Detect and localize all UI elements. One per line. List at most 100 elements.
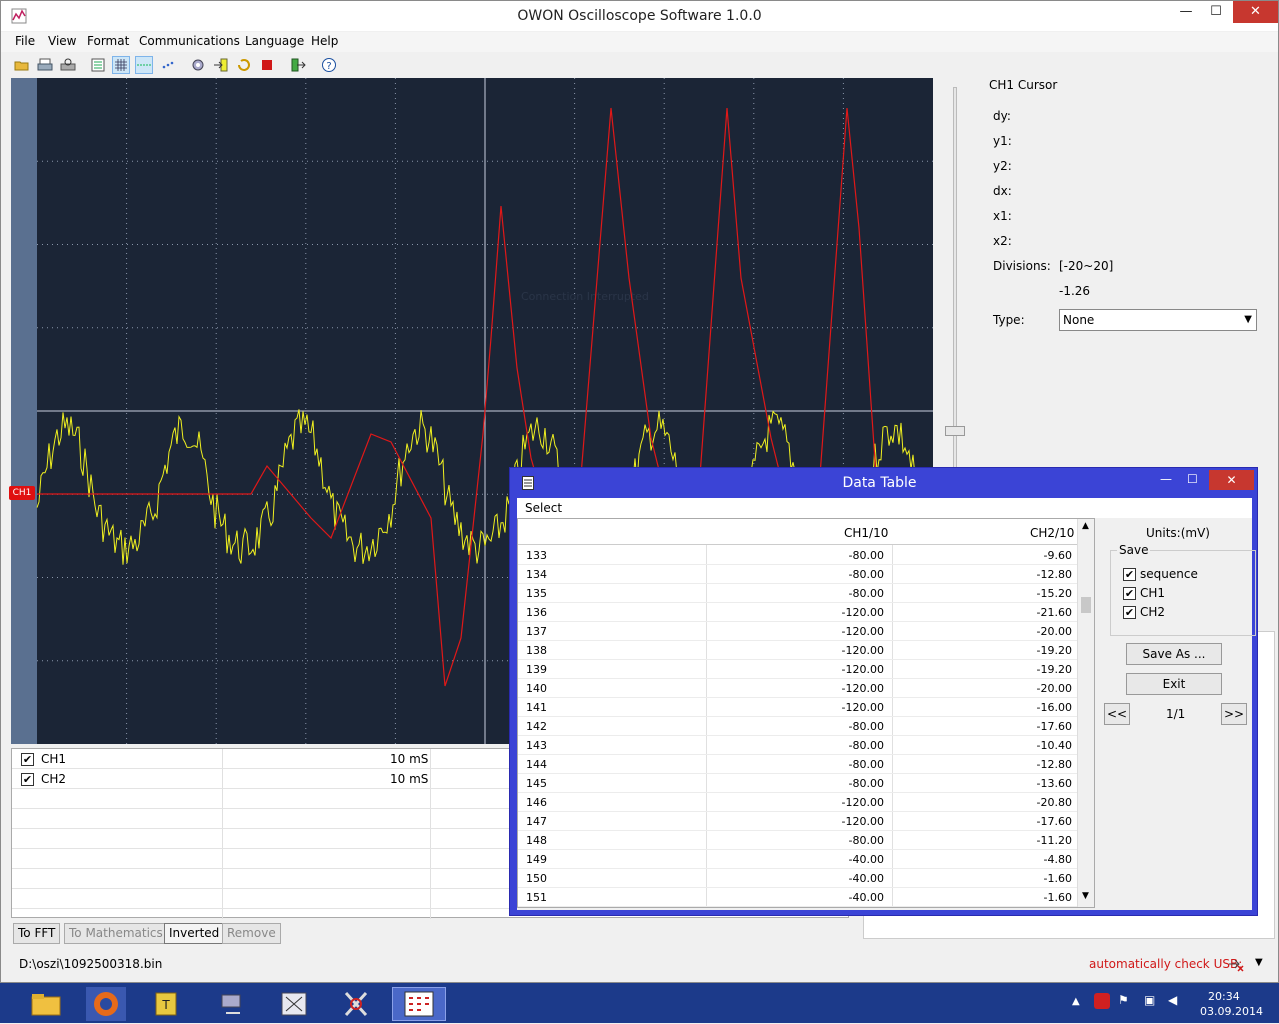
table-row[interactable]: 135 -80.00 -15.20 — [518, 584, 1094, 603]
table-row[interactable]: 145 -80.00 -13.60 — [518, 774, 1094, 793]
table-row[interactable]: 144 -80.00 -12.80 — [518, 755, 1094, 774]
print-icon[interactable] — [36, 56, 54, 74]
column-header-ch2[interactable]: CH2/10 — [1030, 526, 1074, 540]
dots-icon[interactable] — [159, 56, 177, 74]
settings-icon[interactable] — [189, 56, 207, 74]
dt-minimize-button[interactable]: — — [1160, 472, 1172, 486]
cursor-line-icon[interactable] — [135, 56, 153, 74]
ch1-value: -40.00 — [848, 872, 884, 885]
app-window-icon[interactable] — [274, 987, 314, 1021]
row-index: 138 — [526, 644, 547, 657]
ch1-value: -80.00 — [848, 587, 884, 600]
grid-scrollbar[interactable]: ▲ ▼ — [1077, 519, 1094, 907]
table-row[interactable]: 141 -120.00 -16.00 — [518, 698, 1094, 717]
close-button[interactable]: ✕ — [1233, 1, 1278, 23]
ch2-checkbox[interactable]: ✔ — [21, 773, 34, 786]
table-row[interactable]: 137 -120.00 -20.00 — [518, 622, 1094, 641]
ghost-text: Connection Interrupted — [521, 290, 649, 303]
table-row[interactable]: 146 -120.00 -20.80 — [518, 793, 1094, 812]
type-select[interactable]: None ▼ — [1059, 309, 1257, 331]
refresh-icon[interactable] — [235, 56, 253, 74]
prev-page-button[interactable]: << — [1104, 703, 1130, 725]
ch1-level-marker[interactable]: CH1 — [9, 486, 35, 500]
table-row[interactable]: 149 -40.00 -4.80 — [518, 850, 1094, 869]
table-row[interactable]: 134 -80.00 -12.80 — [518, 565, 1094, 584]
inverted-button[interactable]: Inverted — [164, 923, 225, 944]
slider-thumb[interactable] — [945, 426, 965, 436]
clock-time[interactable]: 20:34 — [1208, 990, 1240, 1003]
menu-select[interactable]: Select — [525, 501, 562, 515]
ch2-save-checkbox[interactable]: ✔ — [1123, 606, 1136, 619]
stop-icon[interactable] — [258, 56, 276, 74]
list-icon[interactable] — [89, 56, 107, 74]
menu-file[interactable]: File — [15, 34, 35, 48]
import-icon[interactable] — [212, 56, 230, 74]
file-explorer-icon[interactable] — [26, 987, 66, 1021]
minimize-button[interactable]: — — [1171, 1, 1201, 23]
table-row[interactable]: 151 -40.00 -1.60 — [518, 888, 1094, 907]
network-tray-icon[interactable]: ▣ — [1144, 993, 1155, 1007]
maximize-button[interactable]: ☐ — [1201, 1, 1231, 23]
row-index: 148 — [526, 834, 547, 847]
data-table-dialog: Data Table — ☐ ✕ Select CH1/10 CH2/10 13… — [509, 467, 1258, 916]
ch1-value: -80.00 — [848, 834, 884, 847]
menu-view[interactable]: View — [48, 34, 76, 48]
table-row[interactable]: 143 -80.00 -10.40 — [518, 736, 1094, 755]
save-as-button[interactable]: Save As ... — [1126, 643, 1222, 665]
ch1-save-checkbox[interactable]: ✔ — [1123, 587, 1136, 600]
dt-maximize-button[interactable]: ☐ — [1187, 472, 1198, 486]
open-icon[interactable] — [13, 56, 31, 74]
volume-icon[interactable]: ◀ — [1168, 993, 1177, 1007]
y2-label: y2: — [993, 159, 1012, 173]
table-row[interactable]: 136 -120.00 -21.60 — [518, 603, 1094, 622]
remove-button[interactable]: Remove — [222, 923, 281, 944]
channel-timebase: 10 mS — [390, 752, 429, 766]
oscilloscope-taskbar-icon[interactable] — [392, 987, 446, 1021]
exit-button[interactable]: Exit — [1126, 673, 1222, 695]
export-icon[interactable] — [289, 56, 307, 74]
ch2-value: -20.00 — [1036, 625, 1072, 638]
usb-icon[interactable] — [1227, 956, 1245, 972]
help-icon[interactable]: ? — [320, 56, 338, 74]
table-row[interactable]: 142 -80.00 -17.60 — [518, 717, 1094, 736]
table-row[interactable]: 148 -80.00 -11.20 — [518, 831, 1094, 850]
scroll-up-icon[interactable]: ▲ — [1082, 521, 1089, 531]
flag-icon[interactable]: ⚑ — [1118, 993, 1129, 1007]
sequence-label: sequence — [1140, 567, 1198, 581]
scroll-thumb[interactable] — [1081, 597, 1091, 613]
data-grid[interactable]: CH1/10 CH2/10 133 -80.00 -9.60 134 -80.00 -12… — [517, 518, 1095, 908]
xcross-icon[interactable] — [336, 987, 376, 1021]
firefox-icon[interactable] — [86, 987, 126, 1021]
units-label: Units:(mV) — [1146, 526, 1210, 540]
ch1-checkbox[interactable]: ✔ — [21, 753, 34, 766]
table-row[interactable]: 150 -40.00 -1.60 — [518, 869, 1094, 888]
next-page-button[interactable]: >> — [1221, 703, 1247, 725]
to-mathematics-button[interactable]: To Mathematics — [64, 923, 168, 944]
print-preview-icon[interactable] — [59, 56, 77, 74]
ch2-value: -4.80 — [1043, 853, 1072, 866]
grid-icon[interactable] — [112, 56, 130, 74]
table-row[interactable]: 133 -80.00 -9.60 — [518, 546, 1094, 565]
network-icon[interactable] — [212, 987, 252, 1021]
dt-close-button[interactable]: ✕ — [1209, 470, 1254, 490]
scroll-down-icon[interactable]: ▼ — [1082, 891, 1089, 901]
menu-format[interactable]: Format — [87, 34, 129, 48]
menu-language[interactable]: Language — [245, 34, 304, 48]
to-fft-button[interactable]: To FFT — [13, 923, 61, 944]
tray-expand-icon[interactable]: ▲ — [1072, 996, 1080, 1007]
column-header-ch1[interactable]: CH1/10 — [844, 526, 888, 540]
table-row[interactable]: 140 -120.00 -20.00 — [518, 679, 1094, 698]
ch1-value: -120.00 — [841, 625, 884, 638]
clock-date[interactable]: 03.09.2014 — [1200, 1005, 1263, 1018]
row-index: 151 — [526, 891, 547, 904]
notes-icon[interactable]: T — [146, 987, 186, 1021]
table-row[interactable]: 147 -120.00 -17.60 — [518, 812, 1094, 831]
table-row[interactable]: 138 -120.00 -19.20 — [518, 641, 1094, 660]
menu-communications[interactable]: Communications — [139, 34, 240, 48]
sequence-checkbox[interactable]: ✔ — [1123, 568, 1136, 581]
table-row[interactable]: 139 -120.00 -19.20 — [518, 660, 1094, 679]
menu-help[interactable]: Help — [311, 34, 338, 48]
usb-dropdown-icon[interactable]: ▼ — [1255, 957, 1263, 968]
tray-app-icon[interactable] — [1094, 993, 1110, 1009]
row-index: 139 — [526, 663, 547, 676]
